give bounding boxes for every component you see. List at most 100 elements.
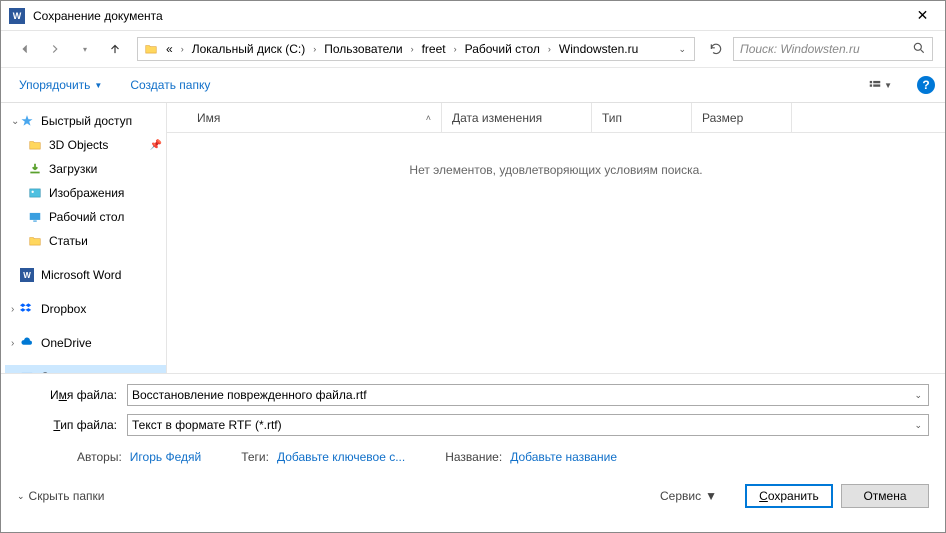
sidebar-item-onedrive[interactable]: › OneDrive xyxy=(5,331,166,355)
sidebar-item-3d[interactable]: 3D Objects 📌 xyxy=(5,133,166,157)
search-input[interactable] xyxy=(740,42,912,56)
new-folder-label: Создать папку xyxy=(130,78,210,92)
chevron-down-icon: ▼ xyxy=(705,489,717,503)
chevron-down-icon[interactable]: ⌄ xyxy=(912,390,924,401)
sidebar-item-label: 3D Objects xyxy=(49,138,108,152)
breadcrumb-item[interactable]: Windowsten.ru xyxy=(555,40,642,58)
filetype-input[interactable] xyxy=(132,418,912,432)
sidebar-item-label: Изображения xyxy=(49,186,124,200)
column-label: Дата изменения xyxy=(452,111,542,125)
folder-icon xyxy=(27,233,43,249)
chevron-right-icon: › xyxy=(179,44,186,54)
search-box[interactable] xyxy=(733,37,933,61)
authors-value[interactable]: Игорь Федяй xyxy=(130,450,201,464)
column-label: Тип xyxy=(602,111,622,125)
search-icon[interactable] xyxy=(912,41,926,58)
chevron-right-icon: › xyxy=(546,44,553,54)
column-type[interactable]: Тип xyxy=(592,103,692,132)
expand-icon[interactable]: ⌄ xyxy=(11,116,19,127)
chevron-down-icon: ▼ xyxy=(94,81,102,90)
column-label: Имя xyxy=(197,111,220,125)
breadcrumb-item[interactable]: Пользователи xyxy=(320,40,406,58)
back-button[interactable] xyxy=(13,37,37,61)
app-icon: W xyxy=(9,8,25,24)
breadcrumb-item[interactable]: Локальный диск (C:) xyxy=(188,40,310,58)
sort-indicator-icon: ˄ xyxy=(426,113,431,123)
refresh-button[interactable] xyxy=(705,38,727,60)
column-label: Размер xyxy=(702,111,743,125)
sidebar-item-desktop[interactable]: Рабочий стол xyxy=(5,205,166,229)
address-bar[interactable]: « › Локальный диск (C:) › Пользователи ›… xyxy=(137,37,695,61)
sidebar-item-articles[interactable]: Статьи xyxy=(5,229,166,253)
chevron-down-icon: ▼ xyxy=(884,81,892,90)
organize-label: Упорядочить xyxy=(19,78,90,92)
window-title: Сохранение документа xyxy=(33,9,900,23)
column-headers: Имя ˄ Дата изменения Тип Размер xyxy=(167,103,945,133)
title-label: Название: xyxy=(445,450,502,464)
column-name[interactable]: Имя ˄ xyxy=(187,103,442,132)
sidebar-item-pictures[interactable]: Изображения xyxy=(5,181,166,205)
organize-button[interactable]: Упорядочить ▼ xyxy=(11,74,110,96)
word-icon: W xyxy=(19,267,35,283)
chevron-down-icon[interactable]: ⌄ xyxy=(678,44,686,55)
column-date[interactable]: Дата изменения xyxy=(442,103,592,132)
desktop-icon xyxy=(27,209,43,225)
cancel-label: Отмена xyxy=(863,489,906,503)
sidebar-item-thispc[interactable]: ⌄ Этот компьютер xyxy=(5,365,166,373)
sidebar-item-label: Рабочий стол xyxy=(49,210,124,224)
star-icon xyxy=(19,113,35,129)
close-button[interactable]: ✕ xyxy=(900,1,945,31)
expand-icon[interactable]: › xyxy=(11,304,14,315)
column-size[interactable]: Размер xyxy=(692,103,792,132)
cloud-icon xyxy=(19,335,35,351)
expand-icon[interactable]: ⌄ xyxy=(11,372,19,374)
view-mode-button[interactable]: ▼ xyxy=(863,75,897,95)
pin-icon: 📌 xyxy=(150,140,162,151)
arrow-left-icon xyxy=(18,42,32,56)
sidebar-item-dropbox[interactable]: › Dropbox xyxy=(5,297,166,321)
pictures-icon xyxy=(27,185,43,201)
expand-icon[interactable]: › xyxy=(11,338,14,349)
cancel-button[interactable]: Отмена xyxy=(841,484,929,508)
sidebar-quick-access[interactable]: ⌄ Быстрый доступ xyxy=(5,109,166,133)
tags-value[interactable]: Добавьте ключевое с... xyxy=(277,450,405,464)
title-value[interactable]: Добавьте название xyxy=(510,450,617,464)
new-folder-button[interactable]: Создать папку xyxy=(122,74,218,96)
sidebar-item-downloads[interactable]: Загрузки xyxy=(5,157,166,181)
sidebar-item-label: Dropbox xyxy=(41,302,86,316)
refresh-icon xyxy=(709,42,723,56)
navigation-pane: ⌄ Быстрый доступ 3D Objects 📌 Загрузки И… xyxy=(1,103,167,373)
up-button[interactable] xyxy=(103,37,127,61)
downloads-icon xyxy=(27,161,43,177)
filename-combo[interactable]: ⌄ xyxy=(127,384,929,406)
dropbox-icon xyxy=(19,301,35,317)
tags-label: Теги: xyxy=(241,450,269,464)
forward-button[interactable] xyxy=(43,37,67,61)
breadcrumb-item[interactable]: Рабочий стол xyxy=(461,40,544,58)
chevron-right-icon: › xyxy=(409,44,416,54)
pc-icon xyxy=(19,369,35,373)
hide-folders-button[interactable]: ⌄ Скрыть папки xyxy=(17,489,104,503)
filename-label: Имя файла: xyxy=(17,388,127,402)
sidebar-item-label: Этот компьютер xyxy=(41,370,131,373)
tools-button[interactable]: Сервис ▼ xyxy=(660,489,717,503)
list-view-icon xyxy=(868,78,882,92)
filetype-label: Тип файла: xyxy=(17,418,127,432)
chevron-down-icon: ⌄ xyxy=(17,491,25,502)
arrow-right-icon xyxy=(48,42,62,56)
breadcrumb-item[interactable]: freet xyxy=(418,40,450,58)
chevron-down-icon[interactable]: ⌄ xyxy=(912,420,924,431)
filename-input[interactable] xyxy=(132,388,912,402)
chevron-right-icon: › xyxy=(311,44,318,54)
breadcrumb-prefix: « xyxy=(162,40,177,58)
help-button[interactable]: ? xyxy=(917,76,935,94)
folder-icon xyxy=(142,40,160,58)
chevron-right-icon: › xyxy=(452,44,459,54)
save-button[interactable]: Сохранить xyxy=(745,484,833,508)
sidebar-item-word[interactable]: W Microsoft Word xyxy=(5,263,166,287)
folder-icon xyxy=(27,137,43,153)
recent-dropdown[interactable]: ▾ xyxy=(73,37,97,61)
filetype-combo[interactable]: ⌄ xyxy=(127,414,929,436)
authors-label: Авторы: xyxy=(77,450,122,464)
arrow-up-icon xyxy=(108,42,122,56)
